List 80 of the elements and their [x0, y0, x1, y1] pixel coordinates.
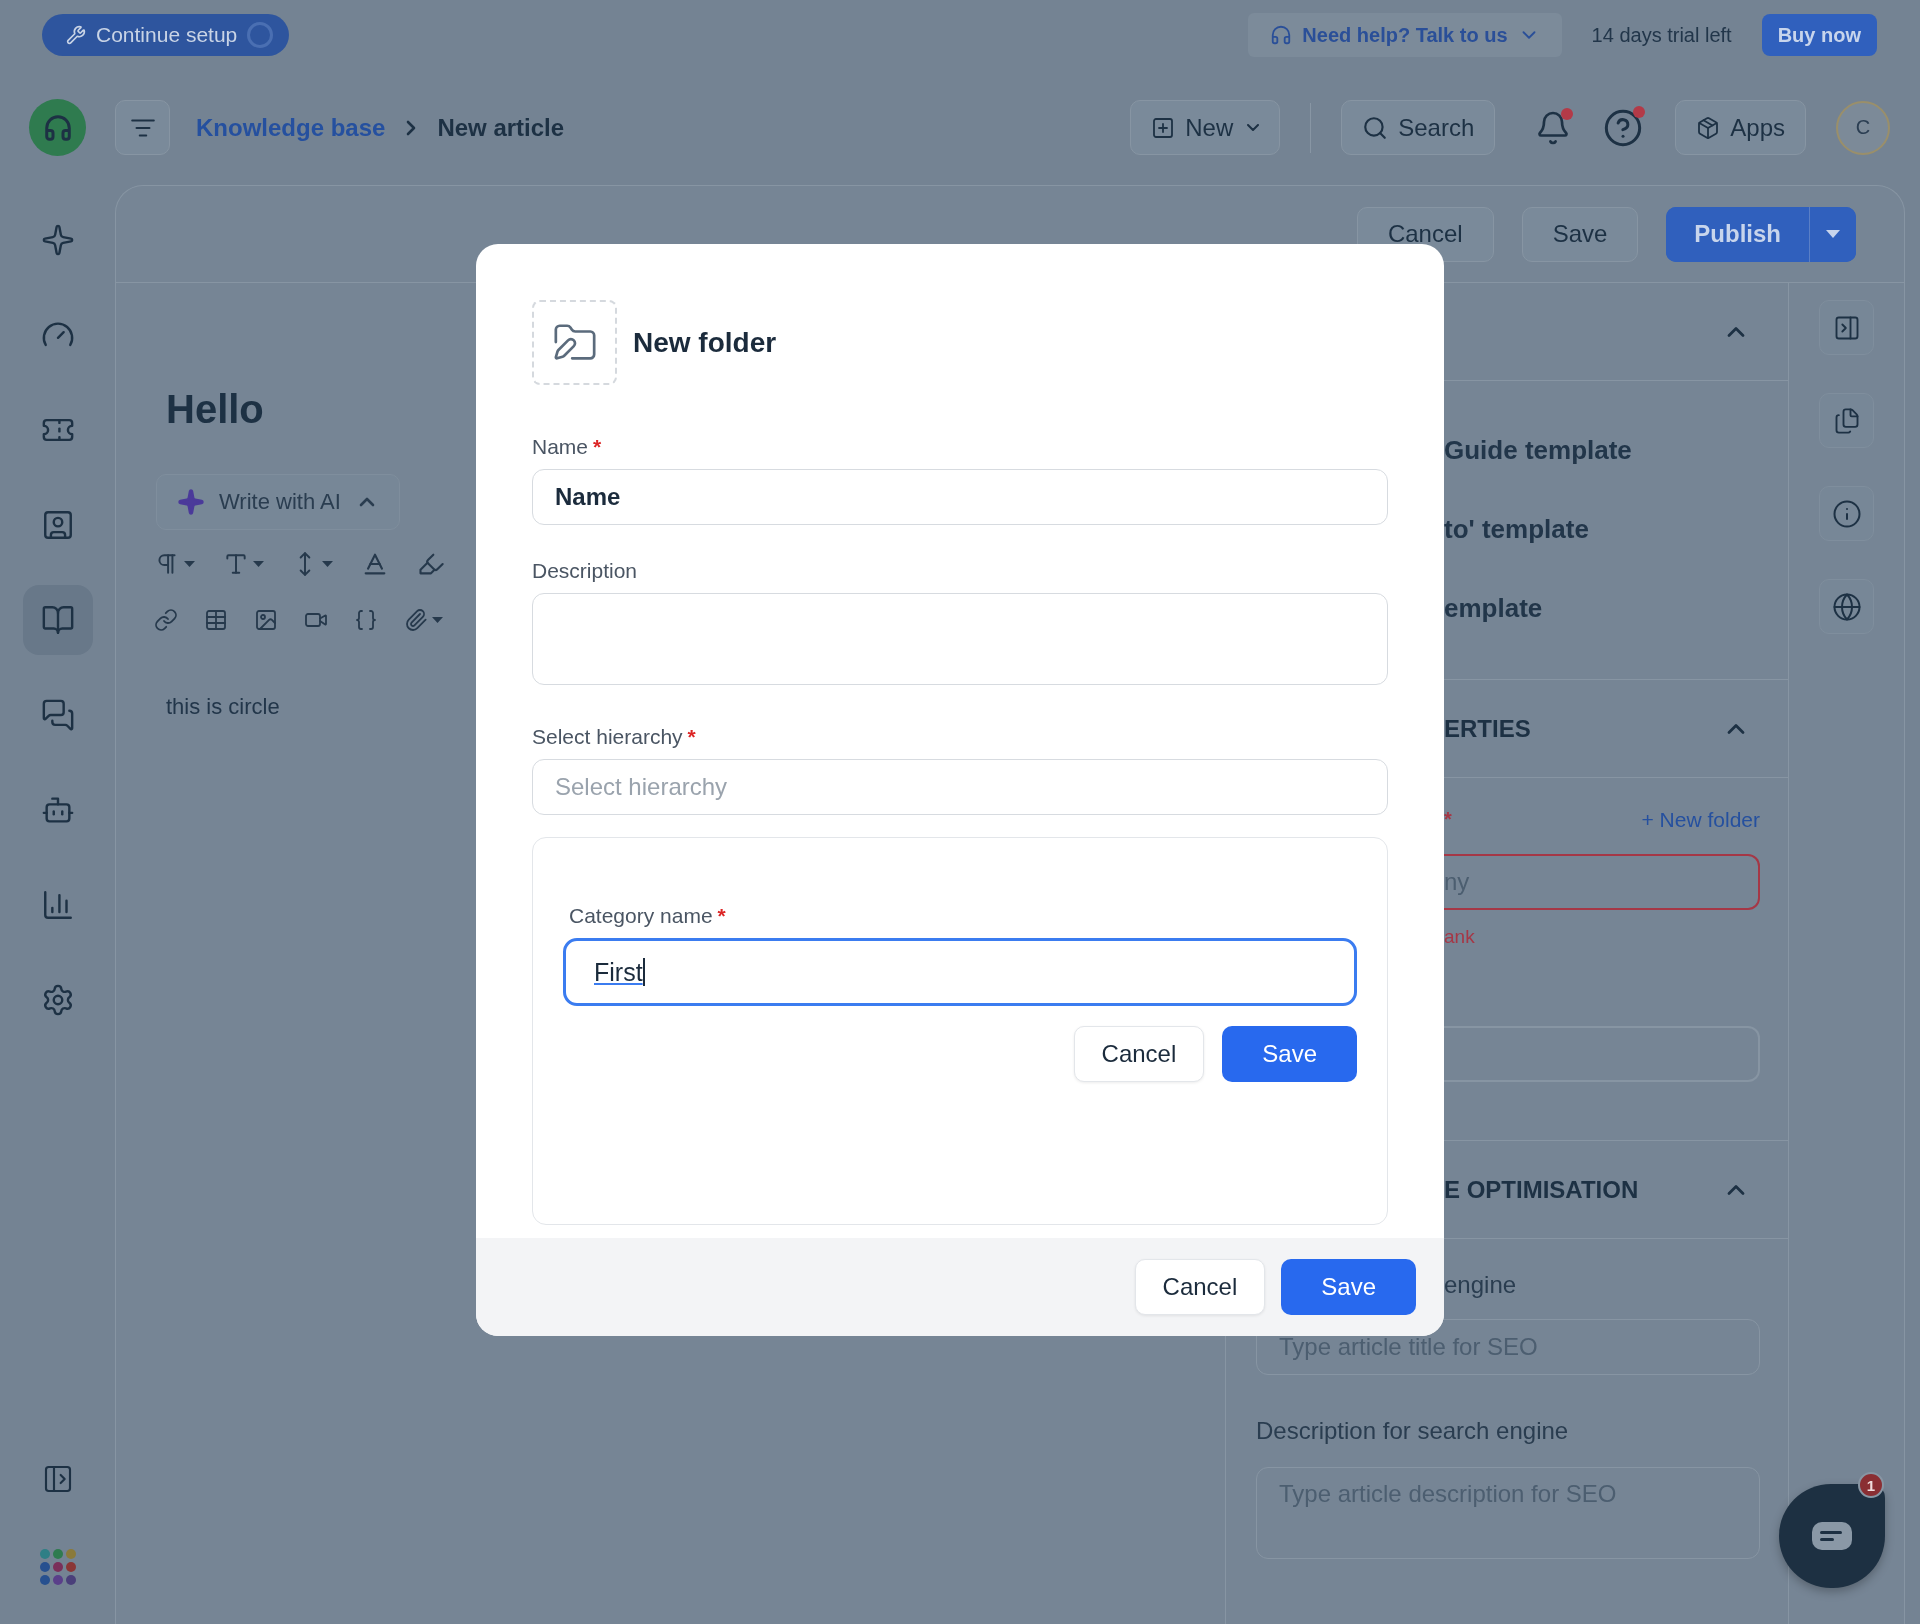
description-field[interactable] [532, 593, 1388, 685]
app-grid-icon[interactable] [38, 1548, 77, 1586]
new-folder-link[interactable]: + New folder [1641, 808, 1760, 832]
wrench-icon [66, 25, 86, 45]
field-label: Description [532, 559, 638, 583]
save-button[interactable]: Save [1281, 1259, 1416, 1315]
section-heading: ERTIES [1444, 714, 1531, 743]
required-mark: * [1444, 808, 1452, 832]
caret-icon [184, 561, 195, 567]
folder-edit-icon [532, 300, 617, 385]
template-option[interactable]: to' template [1444, 514, 1788, 544]
hierarchy-select[interactable]: Select hierarchy [532, 759, 1388, 815]
caret-icon [432, 617, 443, 623]
error-message: ank [1443, 926, 1476, 948]
required-mark: * [687, 725, 696, 749]
globe-icon [1831, 591, 1862, 622]
paperclip-icon [404, 608, 428, 632]
info-icon [1831, 498, 1862, 529]
apps-button[interactable]: Apps [1675, 100, 1806, 155]
required-mark: * [593, 435, 602, 459]
search-button[interactable]: Search [1341, 100, 1496, 155]
template-option[interactable]: Guide template [1444, 435, 1788, 465]
avatar[interactable]: C [1836, 100, 1890, 155]
caret-icon [253, 561, 264, 567]
field-label: engine [1444, 1271, 1517, 1299]
cancel-button[interactable]: Cancel [1073, 1026, 1205, 1082]
help-button[interactable]: Need help? Talk to us [1248, 13, 1562, 57]
write-with-ai-button[interactable]: Write with AI [156, 474, 400, 530]
info-button[interactable] [1819, 486, 1874, 541]
sidebar-item[interactable] [22, 585, 93, 655]
link-icon[interactable] [154, 608, 178, 632]
filter-button[interactable] [115, 100, 170, 155]
field-label: Description for search engine [1256, 1417, 1569, 1445]
documents-button[interactable] [1819, 393, 1874, 448]
trial-text: 14 days trial left [1591, 23, 1732, 47]
field-label: Select hierarchy [532, 725, 683, 749]
plus-square-icon [1151, 115, 1176, 140]
breadcrumb-link[interactable]: Knowledge base [196, 113, 386, 142]
caret-icon [1826, 230, 1840, 238]
globe-button[interactable] [1819, 579, 1874, 634]
progress-ring-icon [247, 22, 274, 48]
help-icon-button[interactable] [1603, 107, 1644, 148]
font-dropdown[interactable] [223, 551, 264, 577]
breadcrumb-current[interactable]: New article [437, 113, 565, 142]
article-body-text: this is circle [166, 694, 280, 720]
input-field[interactable] [1444, 1026, 1760, 1082]
collapse-panel-button[interactable] [1819, 300, 1874, 355]
required-mark: * [717, 904, 726, 928]
field-label: Category name [569, 904, 713, 928]
dialog-title: New folder [633, 326, 777, 359]
font-icon [223, 551, 249, 577]
save-button[interactable]: Save [1222, 1026, 1357, 1082]
caret-icon [322, 561, 333, 567]
new-button[interactable]: New [1130, 100, 1281, 155]
chat-bubbles-icon [40, 698, 75, 732]
sparkle-icon [177, 488, 205, 516]
image-icon[interactable] [254, 608, 278, 632]
attachment-dropdown[interactable] [404, 608, 443, 632]
table-icon[interactable] [204, 608, 228, 632]
apps-icon [1696, 115, 1721, 140]
field-label: Name [532, 435, 589, 459]
book-icon [40, 603, 75, 637]
section-heading: E OPTIMISATION [1444, 1175, 1639, 1204]
buy-now-button[interactable]: Buy now [1761, 14, 1877, 56]
search-icon [1362, 114, 1389, 141]
name-field[interactable]: Name [532, 469, 1388, 525]
headset-icon [1270, 24, 1293, 46]
sparkle-icon [40, 223, 75, 257]
code-braces-icon[interactable] [354, 608, 378, 632]
notifications-button[interactable] [1535, 109, 1572, 146]
caret-icon [1247, 123, 1260, 132]
template-option[interactable]: emplate [1444, 593, 1788, 623]
continue-setup-button[interactable]: Continue setup [42, 14, 290, 56]
save-button[interactable]: Save [1521, 206, 1639, 262]
article-title: Hello [166, 387, 264, 432]
category-name-field[interactable]: First [563, 938, 1357, 1006]
cancel-button[interactable]: Cancel [1134, 1259, 1266, 1315]
chat-icon [1810, 1520, 1854, 1552]
logo-icon[interactable] [29, 99, 86, 156]
publish-button[interactable]: Publish [1666, 206, 1810, 262]
